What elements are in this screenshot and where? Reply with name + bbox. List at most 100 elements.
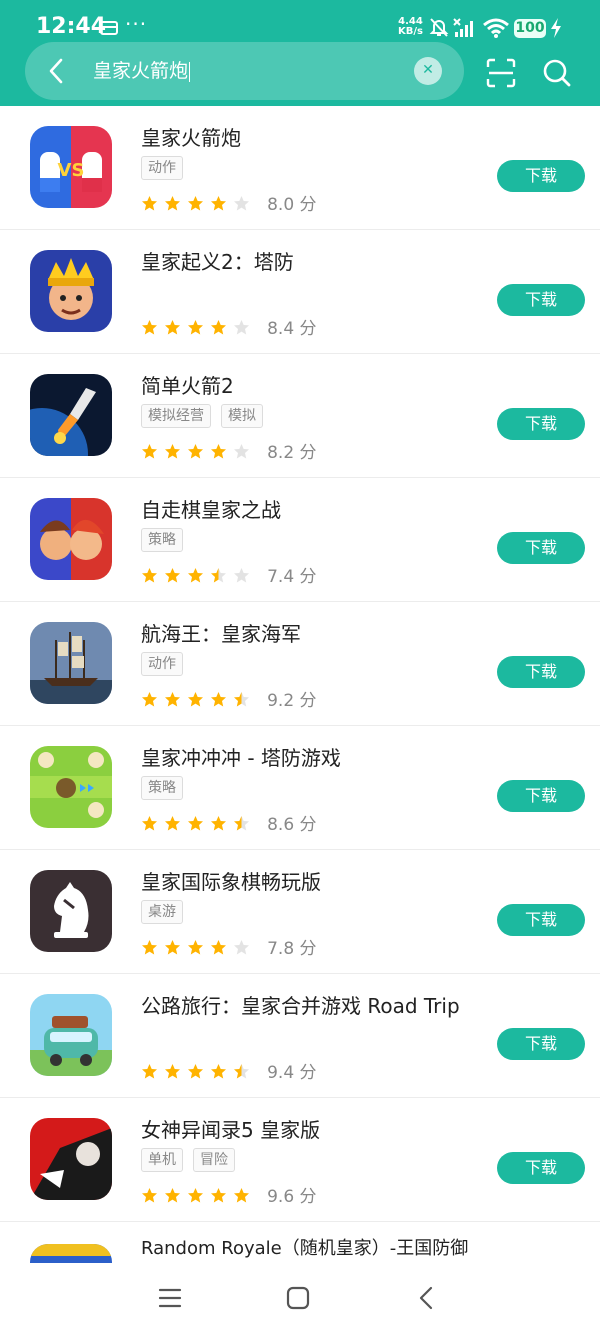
star-rating (141, 1185, 256, 1204)
signal-icon (453, 18, 473, 37)
download-button[interactable]: 下载 (497, 1028, 585, 1060)
app-icon-tower-defense (30, 746, 112, 828)
app-row[interactable]: 自走棋皇家之战 策略 7.4 分 下载 (0, 478, 600, 602)
app-icon-chess-knight (30, 870, 112, 952)
app-icon-pirate-ship (30, 622, 112, 704)
star-filled-icon (165, 816, 180, 831)
app-rating: 8.2 分 (141, 438, 317, 463)
charging-bolt-icon (551, 18, 561, 38)
star-filled-icon (211, 196, 226, 211)
app-row[interactable]: 皇家国际象棋畅玩版 桌游 7.8 分 下载 (0, 850, 600, 974)
app-icon-rocket (30, 374, 112, 456)
star-rating (141, 193, 256, 212)
star-half-icon (234, 816, 249, 831)
download-button[interactable]: 下载 (497, 408, 585, 440)
search-query: 皇家火箭炮 (93, 60, 189, 82)
back-arrow-icon[interactable] (44, 57, 70, 85)
close-icon: ✕ (422, 62, 434, 78)
app-row[interactable]: 公路旅行：皇家合并游戏 Road Trip 9.4 分 下载 (0, 974, 600, 1098)
app-tags: 动作 (141, 156, 193, 180)
score-value: 9.4 (267, 1063, 295, 1083)
download-button[interactable]: 下载 (497, 1152, 585, 1184)
score-unit: 分 (299, 443, 317, 463)
app-tags: 桌游 (141, 900, 193, 924)
app-score: 7.4 分 (267, 562, 316, 587)
app-row[interactable]: 简单火箭2 模拟经营 模拟 8.2 分 下载 (0, 354, 600, 478)
app-name: 皇家国际象棋畅玩版 (141, 870, 321, 894)
star-filled-icon (165, 320, 180, 335)
download-button[interactable]: 下载 (497, 160, 585, 192)
star-filled-icon (165, 1064, 180, 1079)
app-icon-vs-game: VS (30, 126, 112, 208)
app-tags: 策略 (141, 528, 193, 552)
star-filled-icon (165, 1188, 180, 1203)
app-tag: 单机 (141, 1148, 183, 1172)
app-row[interactable]: Random Royale（随机皇家）-王国防御策略游戏 (0, 1222, 600, 1263)
app-name: 女神异闻录5 皇家版 (141, 1118, 321, 1142)
home-icon[interactable] (286, 1286, 310, 1310)
app-rating: 7.4 分 (141, 562, 317, 587)
app-tag: 桌游 (141, 900, 183, 924)
star-filled-icon (142, 444, 157, 459)
score-value: 7.4 (267, 567, 295, 587)
app-rating: 7.8 分 (141, 934, 317, 959)
app-tags: 单机 冒险 (141, 1148, 245, 1172)
app-header: 12:44 ··· 4.44 KB/s 100 皇家火箭炮 ✕ (0, 0, 600, 106)
app-row[interactable]: 航海王：皇家海军 动作 9.2 分 下载 (0, 602, 600, 726)
star-filled-icon (188, 816, 203, 831)
star-empty-icon (234, 940, 249, 955)
app-row[interactable]: 皇家起义2：塔防 8.4 分 下载 (0, 230, 600, 354)
app-score: 9.4 分 (267, 1058, 316, 1083)
score-unit: 分 (299, 319, 317, 339)
app-icon-persona (30, 1118, 112, 1200)
status-bar: 12:44 ··· 4.44 KB/s 100 (0, 0, 600, 46)
download-button[interactable]: 下载 (497, 904, 585, 936)
star-filled-icon (165, 444, 180, 459)
app-icon-road-trip-van (30, 994, 112, 1076)
app-score: 8.2 分 (267, 438, 316, 463)
system-nav-bar (0, 1263, 600, 1333)
app-score: 9.2 分 (267, 686, 316, 711)
app-icon-royal-revolt (30, 250, 112, 332)
score-unit: 分 (299, 567, 317, 587)
star-filled-icon (211, 444, 226, 459)
app-score: 9.6 分 (267, 1182, 316, 1207)
app-tag: 策略 (141, 776, 183, 800)
app-row[interactable]: 皇家冲冲冲 - 塔防游戏 策略 8.6 分 下载 (0, 726, 600, 850)
star-filled-icon (188, 196, 203, 211)
star-rating (141, 565, 256, 584)
more-notifications-icon: ··· (125, 12, 148, 36)
scan-icon[interactable] (486, 58, 516, 88)
wifi-icon (483, 18, 509, 38)
star-empty-icon (234, 444, 249, 459)
app-row[interactable]: 女神异闻录5 皇家版 单机 冒险 9.6 分 下载 (0, 1098, 600, 1222)
score-value: 7.8 (267, 939, 295, 959)
star-filled-icon (211, 320, 226, 335)
star-filled-icon (142, 692, 157, 707)
search-input[interactable]: 皇家火箭炮 (93, 57, 403, 85)
clear-search-button[interactable]: ✕ (414, 57, 442, 85)
download-button[interactable]: 下载 (497, 656, 585, 688)
download-button[interactable]: 下载 (497, 780, 585, 812)
star-rating (141, 441, 256, 460)
app-score: 8.4 分 (267, 314, 316, 339)
search-icon[interactable] (542, 58, 572, 88)
star-filled-icon (211, 692, 226, 707)
download-button[interactable]: 下载 (497, 284, 585, 316)
app-tag: 冒险 (193, 1148, 235, 1172)
nav-back-icon[interactable] (416, 1286, 436, 1310)
star-filled-icon (188, 1188, 203, 1203)
star-filled-icon (211, 816, 226, 831)
app-score: 8.0 分 (267, 190, 316, 215)
app-rating: 9.4 分 (141, 1058, 317, 1083)
download-button[interactable]: 下载 (497, 532, 585, 564)
app-row[interactable]: VS 皇家火箭炮 动作 8.0 分 下载 (0, 106, 600, 230)
app-name: 自走棋皇家之战 (141, 498, 281, 522)
star-filled-icon (188, 568, 203, 583)
svg-text:VS: VS (58, 160, 85, 181)
score-unit: 分 (299, 939, 317, 959)
score-unit: 分 (299, 1187, 317, 1207)
score-value: 8.4 (267, 319, 295, 339)
menu-icon[interactable] (158, 1287, 182, 1309)
app-tag: 动作 (141, 156, 183, 180)
